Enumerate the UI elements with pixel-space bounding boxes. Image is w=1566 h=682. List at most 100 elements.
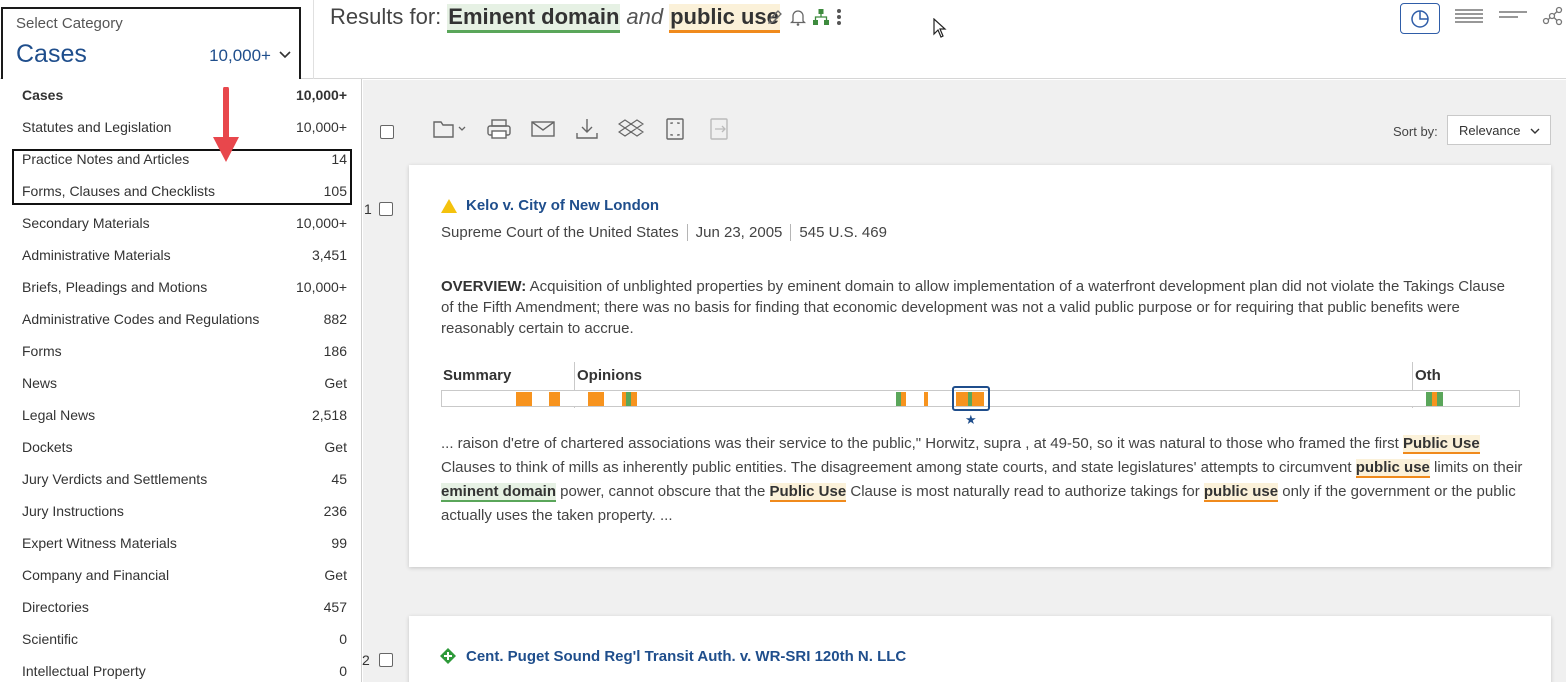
snippet-hit-public-use[interactable]: public use <box>1203 483 1279 502</box>
category-item-count: 0 <box>339 631 347 647</box>
category-item-ip[interactable]: Intellectual Property 0 <box>22 655 347 682</box>
category-item-count: 3,451 <box>311 247 347 263</box>
result-card: Cent. Puget Sound Reg'l Transit Auth. v.… <box>409 616 1551 682</box>
snippet-hit-eminent-domain[interactable]: eminent domain <box>441 483 557 502</box>
category-dropdown-list: Cases 10,000+ Statutes and Legislation 10,… <box>1 79 362 682</box>
category-item-label: Administrative Codes and Regulations <box>22 311 260 327</box>
result-citation: 545 U.S. 469 <box>790 224 895 241</box>
heatmap-current-marker <box>952 386 990 411</box>
more-vertical-icon[interactable] <box>836 8 842 26</box>
segment-opinions-label: Opinions <box>577 367 642 384</box>
category-item-expert-witness[interactable]: Expert Witness Materials 99 <box>22 527 347 559</box>
category-item-count: Get <box>324 567 347 583</box>
snippet-text: Clause is most naturally read to authori… <box>846 483 1204 500</box>
category-item-count: Get <box>324 439 347 455</box>
result-title-link[interactable]: Kelo v. City of New London <box>466 197 659 214</box>
category-item-count: 10,000+ <box>296 119 347 135</box>
category-item-dockets[interactable]: Dockets Get <box>22 431 347 463</box>
pie-chart-icon <box>1411 9 1429 28</box>
category-item-label: Scientific <box>22 631 79 647</box>
category-item-jury-verdicts[interactable]: Jury Verdicts and Settlements 45 <box>22 463 347 495</box>
category-item-legal-news[interactable]: Legal News 2,518 <box>22 399 347 431</box>
category-item-briefs[interactable]: Briefs, Pleadings and Motions 10,000+ <box>22 271 347 303</box>
result-checkbox[interactable] <box>379 202 393 216</box>
search-term-eminent-domain[interactable]: Eminent domain <box>447 4 621 33</box>
category-select-label: Select Category <box>16 15 123 32</box>
category-item-practice-notes[interactable]: Practice Notes and Articles 14 <box>22 143 347 175</box>
category-item-label: Forms, Clauses and Checklists <box>22 183 215 199</box>
snippet-text: Clauses to think of mills as inherently … <box>441 459 1356 476</box>
view-compact-icon[interactable] <box>1498 6 1528 31</box>
search-connector: and <box>626 4 664 29</box>
header-divider <box>313 0 314 79</box>
snippet-hit-public-use[interactable]: Public Use <box>1402 435 1480 454</box>
results-prefix: Results for: <box>330 4 442 29</box>
category-item-count: 105 <box>323 183 347 199</box>
category-item-count: 882 <box>323 311 347 327</box>
print-icon[interactable] <box>486 117 512 146</box>
share-network-icon[interactable] <box>1542 5 1564 32</box>
category-select[interactable]: Select Category Cases 10,000+ <box>1 7 301 79</box>
category-item-cases[interactable]: Cases 10,000+ <box>22 79 347 111</box>
result-number: 2 <box>362 652 370 668</box>
category-item-scientific[interactable]: Scientific 0 <box>22 623 347 655</box>
sort-label: Sort by: <box>1393 124 1438 139</box>
annotation-arrow-icon <box>213 87 239 162</box>
snippet-hit-public-use[interactable]: Public Use <box>769 483 847 502</box>
category-item-label: Briefs, Pleadings and Motions <box>22 279 208 295</box>
category-item-directories[interactable]: Directories 457 <box>22 591 347 623</box>
heatmap-hit[interactable] <box>924 392 928 406</box>
category-item-jury-instructions[interactable]: Jury Instructions 236 <box>22 495 347 527</box>
results-toolbar <box>380 117 732 146</box>
category-item-statutes[interactable]: Statutes and Legislation 10,000+ <box>22 111 347 143</box>
view-toggle-group <box>1400 3 1564 34</box>
category-item-company[interactable]: Company and Financial Get <box>22 559 347 591</box>
result-court: Supreme Court of the United States <box>441 224 679 241</box>
category-item-forms[interactable]: Forms 186 <box>22 335 347 367</box>
search-term-public-use[interactable]: public use <box>669 4 780 33</box>
result-card: Kelo v. City of New London Supreme Court… <box>409 165 1551 567</box>
chevron-down-icon <box>279 51 291 59</box>
snippet-hit-public-use[interactable]: public use <box>1355 459 1430 478</box>
view-expanded-icon[interactable] <box>1454 6 1484 31</box>
folder-icon[interactable] <box>432 117 468 146</box>
category-item-label: Legal News <box>22 407 96 423</box>
result-date: Jun 23, 2005 <box>686 224 791 241</box>
heatmap-hit[interactable] <box>588 392 604 406</box>
segment-other-label: Oth <box>1415 367 1441 384</box>
result-number: 1 <box>364 201 372 217</box>
category-item-label: News <box>22 375 58 391</box>
download-icon[interactable] <box>574 117 600 146</box>
category-item-count: 45 <box>331 471 347 487</box>
chevron-down-icon <box>1530 128 1540 134</box>
category-item-count: 0 <box>339 663 347 679</box>
heatmap-hit[interactable] <box>549 392 560 406</box>
email-icon[interactable] <box>530 117 556 146</box>
category-item-label: Expert Witness Materials <box>22 535 177 551</box>
result-title-link[interactable]: Cent. Puget Sound Reg'l Transit Auth. v.… <box>466 648 906 665</box>
category-item-forms-clauses[interactable]: Forms, Clauses and Checklists 105 <box>22 175 347 207</box>
heatmap-hit[interactable] <box>631 392 637 406</box>
heatmap-hit[interactable] <box>1437 392 1443 406</box>
category-item-count: 457 <box>323 599 347 615</box>
dropbox-icon[interactable] <box>617 117 645 146</box>
category-item-news[interactable]: News Get <box>22 367 347 399</box>
overview-text: Acquisition of unblighted properties by … <box>441 278 1505 337</box>
heatmap-hit[interactable] <box>516 392 532 406</box>
export-doc-icon[interactable] <box>706 117 732 146</box>
sort-dropdown[interactable]: Relevance <box>1447 115 1551 145</box>
result-checkbox[interactable] <box>379 653 393 667</box>
hierarchy-icon[interactable] <box>812 8 830 26</box>
edit-pencil-icon[interactable] <box>766 8 784 26</box>
fullscreen-doc-icon[interactable] <box>662 117 688 146</box>
category-item-administrative[interactable]: Administrative Materials 3,451 <box>22 239 347 271</box>
view-chart-button[interactable] <box>1400 3 1440 34</box>
heatmap-hit[interactable] <box>901 392 906 406</box>
category-item-count: 186 <box>323 343 347 359</box>
category-item-label: Intellectual Property <box>22 663 146 679</box>
alert-bell-icon[interactable] <box>790 8 806 26</box>
category-item-admin-codes[interactable]: Administrative Codes and Regulations 882 <box>22 303 347 335</box>
select-all-checkbox[interactable] <box>380 124 394 139</box>
result-meta: Supreme Court of the United States Jun 2… <box>441 224 895 241</box>
category-item-secondary[interactable]: Secondary Materials 10,000+ <box>22 207 347 239</box>
